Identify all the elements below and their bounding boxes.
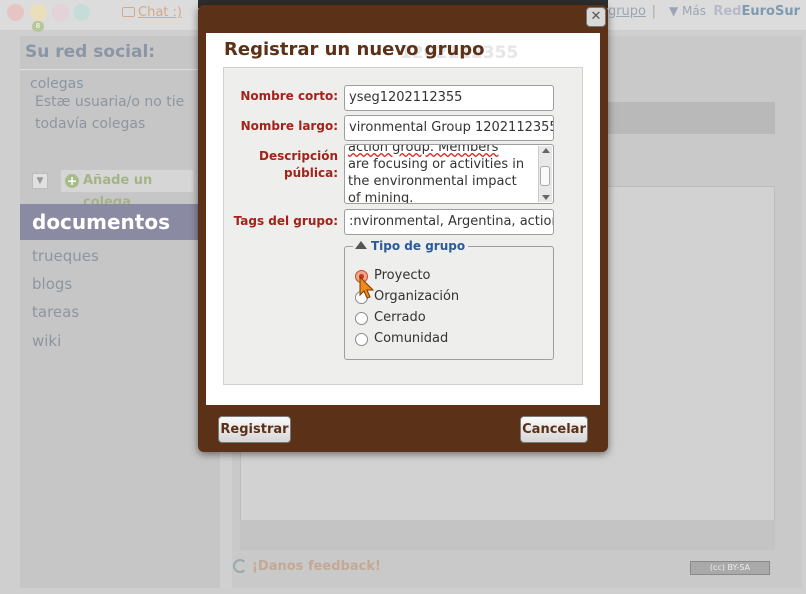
- dialog-title: Registrar un nuevo grupo: [224, 39, 485, 60]
- sidebar-item-tareas[interactable]: tareas: [32, 303, 79, 321]
- refresh-icon: [233, 559, 247, 573]
- radio-label: Organización: [374, 289, 460, 304]
- description-line-0: action group. Members: [348, 144, 499, 155]
- long-name-label: Nombre largo:: [240, 119, 338, 133]
- textarea-scrollbar[interactable]: [538, 146, 552, 202]
- scroll-up-icon[interactable]: [542, 148, 550, 153]
- mouse-cursor-icon: [359, 276, 375, 299]
- brand-part-2: EuroSur: [741, 4, 800, 19]
- sidebar: Su red social: colegas Estæ usuaria/o no…: [20, 36, 220, 588]
- brand-part-1: Red: [713, 4, 742, 19]
- description-label-line2: pública:: [284, 166, 338, 180]
- long-name-input[interactable]: vironmental Group 1202112355: [344, 115, 554, 141]
- group-link[interactable]: grupo: [608, 4, 646, 19]
- sidebar-title: Su red social:: [25, 42, 156, 62]
- sidebar-item-wiki[interactable]: wiki: [32, 332, 61, 350]
- empty-colleagues-line2: todavía colegas: [35, 116, 146, 132]
- description-line-2: the environmental impact: [348, 174, 517, 189]
- feedback-link[interactable]: ¡Danos feedback!: [252, 559, 381, 574]
- plus-icon: +: [65, 174, 79, 188]
- radio-label: Cerrado: [374, 310, 426, 325]
- content-footer-bar: [240, 520, 775, 550]
- tags-label: Tags del grupo:: [233, 214, 338, 228]
- register-button[interactable]: Registrar: [218, 416, 291, 443]
- chevron-down-icon[interactable]: ▼: [32, 173, 48, 189]
- short-name-label: Nombre corto:: [240, 89, 338, 103]
- description-line-1: are focusing or activities in: [348, 157, 525, 172]
- sidebar-item-trueques[interactable]: trueques: [32, 247, 99, 265]
- more-menu[interactable]: ▼ Más: [669, 4, 706, 18]
- sidebar-divider: [20, 69, 220, 70]
- empty-colleagues-line1: Estæ usuaria/o no tie: [35, 94, 185, 110]
- radio-label: Proyecto: [374, 268, 431, 283]
- radio-button[interactable]: [355, 312, 368, 325]
- description-text: action group. Members are focusing or ac…: [348, 144, 538, 204]
- short-name-input[interactable]: yseg1202112355: [344, 85, 554, 111]
- close-icon[interactable]: ✕: [586, 7, 606, 27]
- radio-label: Comunidad: [374, 331, 449, 346]
- cancel-button[interactable]: Cancelar: [520, 416, 588, 443]
- separator: |: [651, 4, 656, 19]
- description-textarea[interactable]: action group. Members are focusing or ac…: [344, 144, 554, 204]
- scroll-down-icon[interactable]: [542, 195, 550, 200]
- license-badge[interactable]: (cc) BY-SA: [690, 561, 770, 575]
- tags-input[interactable]: :nvironmental, Argentina, action: [344, 209, 554, 235]
- brand-logo[interactable]: RedEuroSur: [713, 4, 800, 19]
- description-label-line1: Descripción: [259, 149, 338, 163]
- scroll-thumb[interactable]: [540, 166, 550, 186]
- description-line-3: of mining.: [348, 191, 414, 204]
- group-type-legend-text: Tipo de grupo: [371, 239, 466, 253]
- add-colleague-button[interactable]: + Añade un colega: [60, 169, 194, 210]
- collapse-triangle-icon[interactable]: [355, 241, 367, 249]
- sidebar-item-blogs[interactable]: blogs: [32, 275, 72, 293]
- radio-button[interactable]: [355, 333, 368, 346]
- sidebar-subtitle: colegas: [30, 76, 84, 92]
- group-type-legend[interactable]: Tipo de grupo: [353, 239, 469, 253]
- sidebar-item-documentos[interactable]: documentos: [20, 204, 220, 240]
